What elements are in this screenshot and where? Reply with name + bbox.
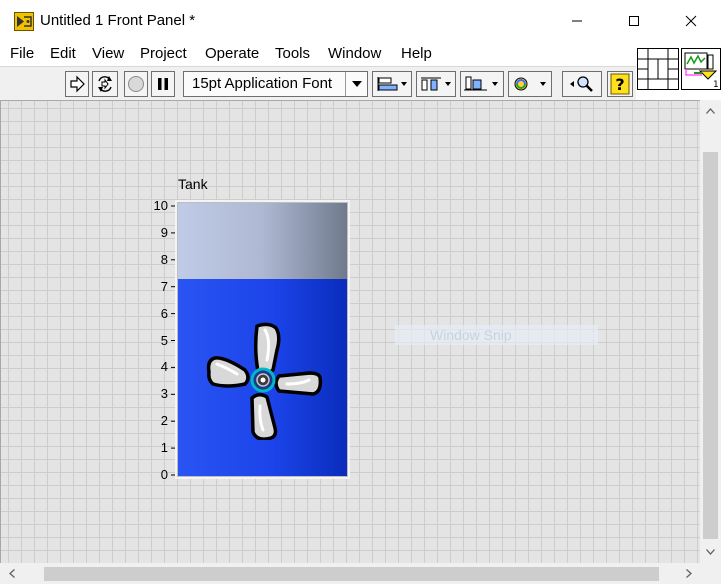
tank-scale-label: 1 [160, 440, 168, 456]
tank-scale-label: 8 [160, 251, 168, 267]
reorder-button[interactable] [508, 71, 552, 97]
font-dropdown[interactable]: 15pt Application Font [183, 71, 368, 97]
window-title: Untitled 1 Front Panel * [40, 12, 196, 29]
maximize-button[interactable] [605, 0, 663, 42]
menu-edit[interactable]: Edit [50, 45, 76, 62]
tank-scale-label: 0 [160, 467, 168, 482]
context-help-button[interactable]: ? [607, 71, 633, 97]
tank-scale-label: 3 [160, 386, 168, 402]
align-objects-button[interactable] [372, 71, 412, 97]
menu-bar: File Edit View Project Operate Tools Win… [0, 42, 636, 66]
run-button[interactable] [65, 71, 89, 97]
menu-view[interactable]: View [92, 45, 124, 62]
font-dropdown-value: 15pt Application Font [192, 75, 333, 92]
close-button[interactable] [662, 0, 720, 42]
menu-window[interactable]: Window [328, 45, 381, 62]
tank-scale-label: 10 [153, 198, 168, 213]
run-continuously-button[interactable] [92, 71, 118, 97]
tank-scale-label: 6 [160, 305, 168, 321]
tank-scale-label: 4 [160, 359, 168, 375]
svg-text:1: 1 [713, 80, 719, 89]
toolbar-divider [0, 66, 636, 67]
menu-tools[interactable]: Tools [275, 45, 310, 62]
scroll-left-icon[interactable] [3, 565, 20, 582]
window-snip-overlay: Window Snip [395, 325, 598, 345]
horizontal-scroll-thumb[interactable] [44, 567, 659, 581]
abort-execution-button[interactable] [124, 71, 148, 97]
tank-scale-label: 2 [160, 413, 168, 429]
search-button[interactable] [562, 71, 602, 97]
tank-scale-label: 5 [160, 332, 168, 348]
chevron-down-icon [345, 72, 367, 96]
scroll-right-icon[interactable] [680, 565, 697, 582]
pause-button[interactable] [151, 71, 175, 97]
scroll-down-icon[interactable] [702, 543, 719, 560]
resize-objects-button[interactable] [460, 71, 504, 97]
menu-file[interactable]: File [10, 45, 34, 62]
toolbar: 15pt Application Font ? [0, 66, 636, 100]
connector-pane[interactable] [637, 48, 679, 90]
fan-decoration[interactable] [205, 322, 325, 440]
svg-text:?: ? [615, 75, 624, 94]
title-bar: Untitled 1 Front Panel * [0, 0, 721, 42]
vertical-scroll-thumb[interactable] [703, 152, 718, 539]
labview-app-icon[interactable] [14, 12, 34, 31]
vi-icon[interactable]: 1 [681, 48, 721, 90]
minimize-button[interactable] [548, 0, 606, 42]
tank-scale-label: 9 [160, 224, 168, 240]
tank-label: Tank [178, 176, 208, 192]
tank-scale-label: 7 [160, 278, 168, 294]
horizontal-scrollbar[interactable] [0, 563, 700, 584]
menu-operate[interactable]: Operate [205, 45, 259, 62]
menu-help[interactable]: Help [401, 45, 432, 62]
distribute-objects-button[interactable] [416, 71, 456, 97]
vertical-scrollbar[interactable] [700, 100, 721, 563]
scrollbar-corner [700, 563, 721, 584]
menu-project[interactable]: Project [140, 45, 187, 62]
scroll-up-icon[interactable] [702, 102, 719, 119]
